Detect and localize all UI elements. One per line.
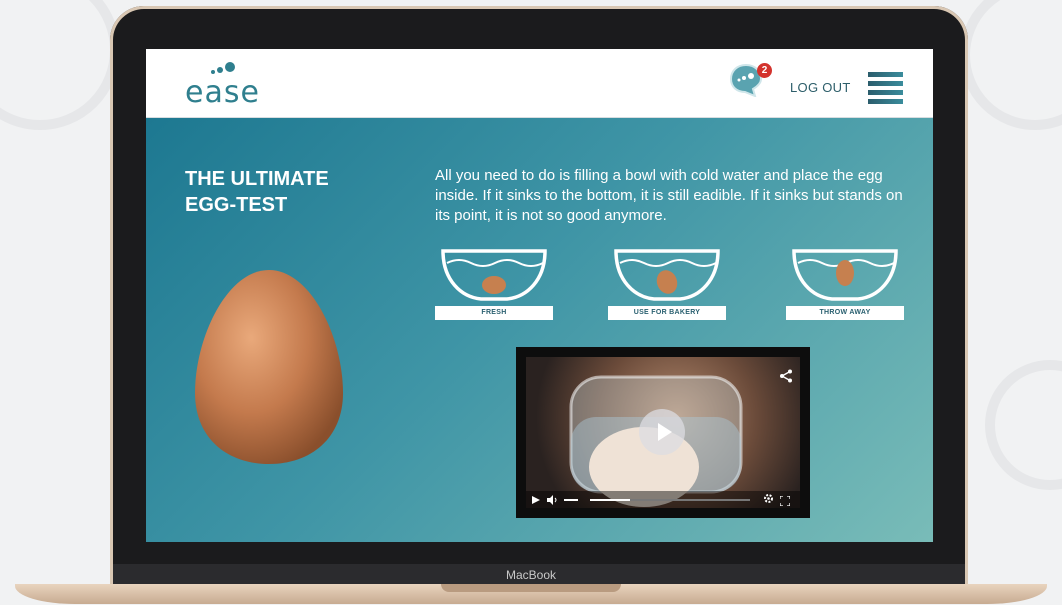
laptop-screen: ease 2 LOG OUT THE ULTIMATE EGG-TEST All… — [146, 49, 933, 542]
logo[interactable]: ease — [185, 75, 260, 110]
menu-bar — [868, 81, 903, 86]
video-frame — [526, 357, 800, 508]
hamburger-menu-icon[interactable] — [868, 72, 903, 104]
settings-gear-icon[interactable] — [763, 493, 774, 504]
background-decoration — [0, 0, 120, 130]
device-label: MacBook — [505, 568, 557, 582]
video-progress-fill — [590, 499, 630, 501]
instructions-text: All you need to do is filling a bowl wit… — [435, 167, 903, 224]
egg-image — [195, 270, 343, 464]
play-button[interactable] — [639, 409, 685, 455]
bowl-label-bakery: USE FOR BAKERY — [608, 306, 726, 320]
hero-section: THE ULTIMATE EGG-TEST All you need to do… — [146, 118, 933, 542]
bowl-label-fresh: FRESH — [435, 306, 553, 320]
volume-slider[interactable] — [564, 499, 578, 501]
video-player[interactable] — [516, 347, 810, 518]
fullscreen-icon[interactable] — [780, 496, 790, 506]
logo-dots-icon — [211, 62, 235, 74]
volume-icon[interactable] — [546, 495, 560, 505]
share-icon[interactable] — [779, 369, 793, 383]
background-decoration — [960, 0, 1062, 130]
page-title: THE ULTIMATE EGG-TEST — [185, 168, 329, 216]
menu-bar — [868, 99, 903, 104]
menu-bar — [868, 90, 903, 95]
bowl-label-throw-away: THROW AWAY — [786, 306, 904, 320]
logout-link[interactable]: LOG OUT — [790, 80, 851, 95]
notification-badge: 2 — [757, 63, 772, 78]
laptop-notch — [441, 584, 621, 592]
play-small-icon[interactable] — [531, 495, 541, 505]
menu-bar — [868, 72, 903, 77]
background-decoration — [985, 360, 1062, 490]
app-header: ease 2 LOG OUT — [146, 49, 933, 118]
video-controls — [526, 491, 800, 508]
video-progress-bar[interactable] — [590, 499, 750, 501]
